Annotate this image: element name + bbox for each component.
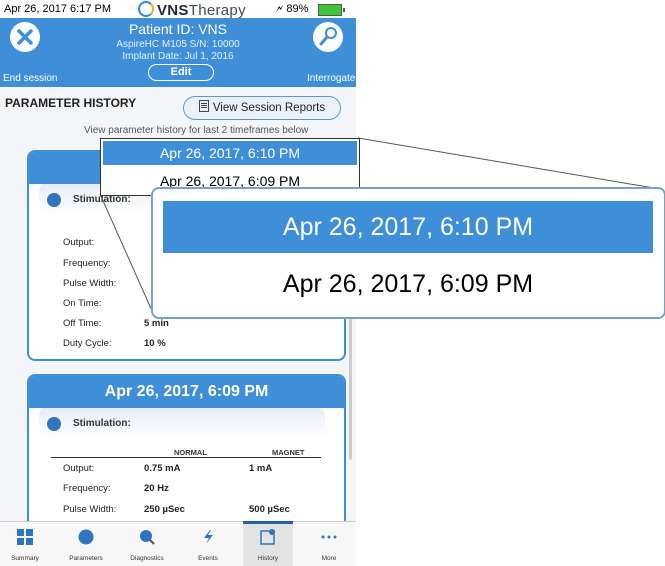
page-title: PARAMETER HISTORY	[5, 96, 137, 110]
battery-percent: 🗲 89%	[276, 3, 309, 15]
wand-icon	[319, 27, 337, 46]
stimulation-icon	[47, 417, 61, 431]
diagnostics-icon	[140, 530, 155, 545]
interrogate-label[interactable]: Interrogate	[307, 73, 355, 84]
interrogate-button[interactable]	[313, 22, 343, 52]
tab-bar: Summary Parameters Diagnostics Events Hi…	[0, 521, 356, 566]
stimulation-icon	[47, 193, 61, 207]
patient-header: End session Patient ID: VNS AspireHC M10…	[0, 18, 356, 87]
stimulation-section: Stimulation:	[39, 408, 325, 440]
tab-label: History	[257, 555, 279, 562]
card-2-title: Apr 26, 2017, 6:09 PM	[29, 376, 344, 408]
tab-more[interactable]: More	[304, 522, 354, 566]
device-model: AspireHC M105 S/N: 10000	[116, 39, 240, 50]
tab-diagnostics[interactable]: Diagnostics	[122, 522, 172, 566]
status-time: Apr 26, 2017 6:17 PM	[4, 3, 112, 15]
tab-label: Diagnostics	[130, 555, 164, 562]
param-label: Off Time:	[63, 318, 102, 329]
brand-logo: VNSTherapy	[138, 1, 246, 19]
document-icon	[198, 100, 209, 112]
tab-summary[interactable]: Summary	[0, 522, 50, 566]
implant-date: Implant Date: Jul 1, 2016	[122, 51, 234, 62]
history-description: View parameter history for last 2 timefr…	[84, 125, 309, 136]
col-magnet-header: MAGNET	[272, 448, 305, 457]
edit-button[interactable]: Edit	[148, 64, 214, 81]
param-label: Duty Cycle:	[63, 338, 112, 349]
status-bar: Apr 26, 2017 6:17 PM VNSTherapy 🗲 89%	[0, 0, 356, 19]
events-icon	[204, 530, 213, 544]
param-value: 20 Hz	[144, 483, 169, 494]
param-label: Pulse Width:	[63, 278, 117, 289]
tab-events[interactable]: Events	[183, 522, 233, 566]
tab-label: Summary	[11, 555, 39, 562]
dropdown-option-selected[interactable]: Apr 26, 2017, 6:10 PM	[103, 141, 357, 165]
param-value: 250 µSec	[144, 504, 185, 515]
param-magnet-value: 500 µSec	[249, 504, 290, 515]
divider	[51, 457, 321, 458]
history-icon	[260, 529, 275, 545]
tab-label: Parameters	[69, 555, 103, 562]
param-value: 10 %	[144, 338, 166, 349]
patient-id: Patient ID: VNS	[128, 21, 228, 37]
param-label: Pulse Width:	[63, 504, 117, 515]
param-magnet-value: 1 mA	[249, 463, 273, 474]
tab-parameters[interactable]: Parameters	[61, 522, 111, 566]
zoom-option-selected: Apr 26, 2017, 6:10 PM	[163, 201, 653, 253]
parameters-icon	[78, 529, 94, 545]
zoom-option: Apr 26, 2017, 6:09 PM	[282, 270, 534, 298]
tab-label: More	[321, 555, 337, 562]
stimulation-label: Stimulation:	[73, 418, 131, 429]
col-normal-header: NORMAL	[174, 448, 207, 457]
brand-ring-icon	[138, 1, 154, 17]
summary-icon	[17, 529, 33, 545]
end-session-label[interactable]: End session	[3, 73, 57, 84]
param-value: 5 min	[144, 318, 169, 329]
tab-history[interactable]: History	[243, 521, 293, 566]
param-label: Frequency:	[63, 483, 111, 494]
battery-icon	[318, 4, 345, 16]
more-icon	[321, 535, 337, 539]
param-label: Output:	[63, 463, 95, 474]
param-label: On Time:	[63, 298, 102, 309]
param-value: 0.75 mA	[144, 463, 181, 474]
tab-label: Events	[198, 555, 218, 562]
param-label: Frequency:	[63, 258, 111, 269]
param-label: Output:	[63, 237, 95, 248]
zoom-callout: Apr 26, 2017, 6:10 PM Apr 26, 2017, 6:09…	[151, 187, 665, 319]
history-card-2: Apr 26, 2017, 6:09 PM Stimulation: NORMA…	[27, 374, 346, 538]
view-session-reports-button[interactable]: View Session Reports	[183, 96, 341, 120]
